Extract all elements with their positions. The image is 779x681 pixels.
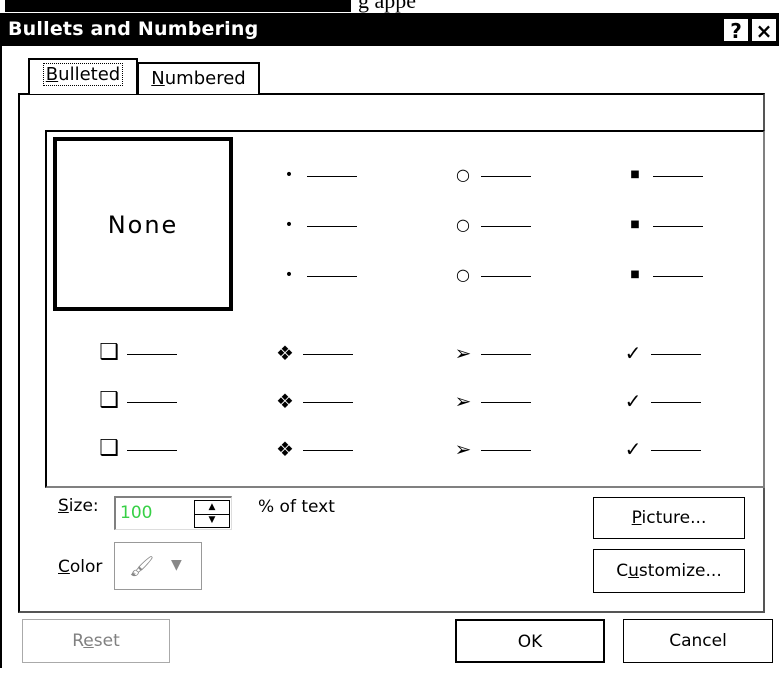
close-button[interactable]: × <box>751 18 777 43</box>
title-bar: Bullets and Numbering ? × <box>0 13 779 46</box>
size-label: Size: <box>58 496 99 516</box>
customize-button[interactable]: Customize... <box>593 549 745 593</box>
square-bullet-icon: ■ <box>630 219 640 230</box>
size-stepper: ▲ ▼ <box>114 496 232 530</box>
document-link-bar <box>5 0 351 12</box>
spin-up-icon[interactable]: ▲ <box>195 501 229 515</box>
bullet-option-checkbox[interactable]: ❑ ❑ ❑ <box>53 312 233 486</box>
spin-down-icon[interactable]: ▼ <box>195 514 229 527</box>
bullet-option-arrow[interactable]: ➢ ➢ ➢ <box>413 312 593 486</box>
size-spinner[interactable]: ▲ ▼ <box>194 500 230 528</box>
document-text-fragment: g appe <box>358 0 417 13</box>
checkbox-bullet-icon: ❑ <box>99 388 119 413</box>
paint-bucket-icon: 🖌︎ <box>129 554 155 578</box>
dialog-left-border <box>0 33 2 668</box>
square-bullet-icon: ■ <box>630 169 640 180</box>
bullet-gallery: None • • • ○ ○ ○ ■ ■ ■ ❑ ❑ ❑ ❖ ❖ ❖ ➢ ➢ ➢… <box>45 130 765 488</box>
arrow-bullet-icon: ➢ <box>454 341 472 365</box>
chevron-down-icon: ▼ <box>171 557 182 573</box>
color-dropdown[interactable]: 🖌︎ ▼ <box>114 542 202 590</box>
arrow-bullet-icon: ➢ <box>454 437 472 461</box>
dot-bullet-icon: • <box>284 267 294 283</box>
bullet-option-dot[interactable]: • • • <box>233 137 413 311</box>
checkmark-bullet-icon: ✓ <box>624 389 642 413</box>
ok-button[interactable]: OK <box>455 619 605 663</box>
dialog-title: Bullets and Numbering <box>8 18 259 40</box>
help-button[interactable]: ? <box>723 18 749 43</box>
bullet-option-square[interactable]: ■ ■ ■ <box>583 137 763 311</box>
checkbox-bullet-icon: ❑ <box>99 436 119 461</box>
bullet-option-circle[interactable]: ○ ○ ○ <box>413 137 593 311</box>
checkbox-bullet-icon: ❑ <box>99 340 119 365</box>
dot-bullet-icon: • <box>284 217 294 233</box>
diamond-dots-bullet-icon: ❖ <box>276 341 294 365</box>
size-unit-label: % of text <box>258 497 335 517</box>
square-bullet-icon: ■ <box>630 269 640 280</box>
circle-bullet-icon: ○ <box>456 265 470 284</box>
dot-bullet-icon: • <box>284 167 294 183</box>
bullet-option-checkmark[interactable]: ✓ ✓ ✓ <box>583 312 763 486</box>
circle-bullet-icon: ○ <box>456 165 470 184</box>
arrow-bullet-icon: ➢ <box>454 389 472 413</box>
tab-numbered[interactable]: Numbered <box>138 62 260 94</box>
size-input[interactable] <box>120 502 190 524</box>
bullet-option-diamond-dots[interactable]: ❖ ❖ ❖ <box>233 312 413 486</box>
reset-button[interactable]: Reset <box>22 619 170 663</box>
tab-bulleted-label: Bulleted <box>42 63 124 86</box>
diamond-dots-bullet-icon: ❖ <box>276 389 294 413</box>
picture-button[interactable]: Picture... <box>593 497 745 539</box>
circle-bullet-icon: ○ <box>456 215 470 234</box>
color-label: Color <box>58 557 103 577</box>
tab-bulleted[interactable]: Bulleted <box>28 58 138 94</box>
none-label: None <box>107 211 179 239</box>
checkmark-bullet-icon: ✓ <box>624 341 642 365</box>
checkmark-bullet-icon: ✓ <box>624 437 642 461</box>
bullet-option-none[interactable]: None <box>53 137 233 311</box>
tab-numbered-label: Numbered <box>151 68 246 89</box>
diamond-dots-bullet-icon: ❖ <box>276 437 294 461</box>
cancel-button[interactable]: Cancel <box>623 619 773 663</box>
